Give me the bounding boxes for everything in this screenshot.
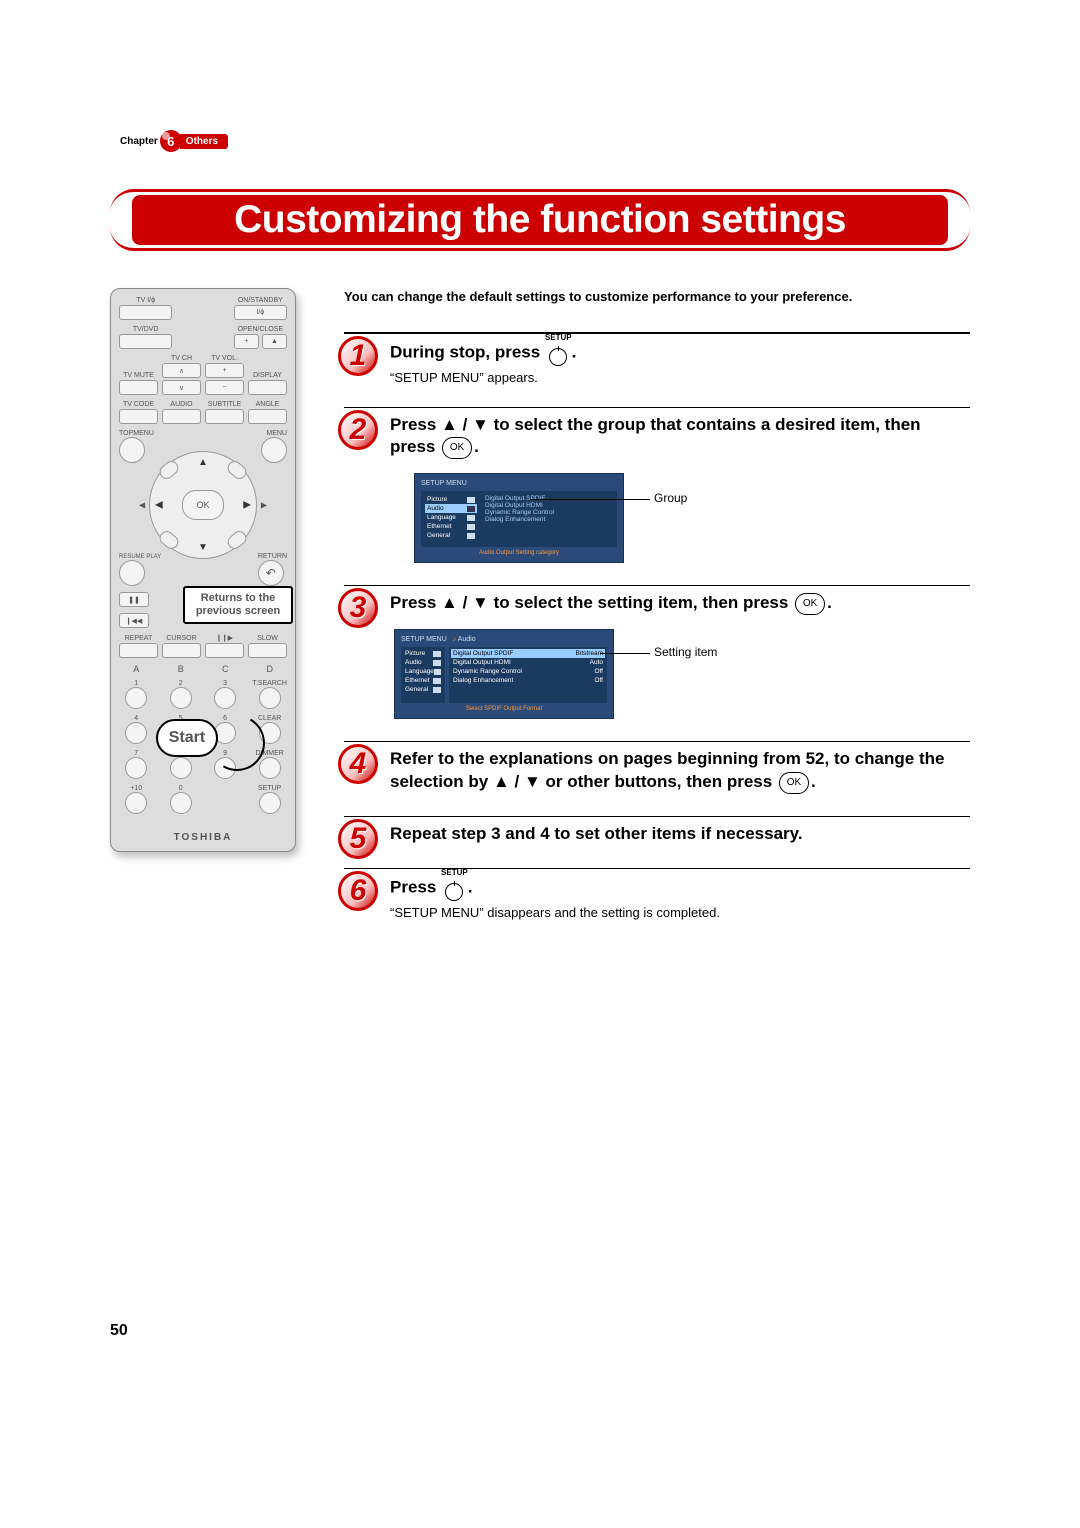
remote-plus10-button[interactable]: [125, 792, 147, 814]
step-badge-2: 2: [338, 410, 378, 450]
remote-standby-label: ON/STANDBY: [238, 297, 283, 304]
remote-c-label: C: [208, 664, 243, 674]
ok-button-icon: OK: [779, 772, 809, 794]
remote-0-button[interactable]: [170, 792, 192, 814]
remote-8-button[interactable]: [170, 757, 192, 779]
down-arrow-icon[interactable]: ▼: [198, 542, 208, 553]
setting-item-callout: Setting item: [654, 645, 717, 659]
divider: [344, 332, 970, 334]
remote-prev-track-button[interactable]: ❙◀◀: [119, 613, 149, 628]
remote-slow-button[interactable]: [248, 643, 287, 658]
step-badge-1: 1: [338, 336, 378, 376]
remote-a-label: A: [119, 664, 154, 674]
step-1: 1 During stop, press SETUP . “SETUP MENU…: [344, 340, 970, 385]
remote-subtitle-button[interactable]: [205, 409, 244, 424]
remote-eject-button[interactable]: ▲: [262, 334, 287, 349]
brand-logo: TOSHIBA: [119, 832, 287, 843]
step-6-body: “SETUP MENU” disappears and the setting …: [390, 905, 970, 920]
ok-button-icon: OK: [795, 593, 825, 615]
intro-text: You can change the default settings to c…: [344, 288, 970, 306]
group-callout: Group: [654, 491, 687, 505]
chapter-category: Others: [180, 134, 228, 149]
setup-button-icon: SETUP: [441, 875, 468, 901]
remote-dimmer-button[interactable]: [259, 757, 281, 779]
remote-tvdvd-button[interactable]: [119, 334, 172, 349]
step-3: 3 Press ▲ / ▼ to select the setting item…: [344, 592, 970, 719]
remote-2-button[interactable]: [170, 687, 192, 709]
remote-tsearch-button[interactable]: [259, 687, 281, 709]
start-callout: Start: [156, 719, 218, 757]
remote-tvdvd-label: TV/DVD: [133, 326, 159, 333]
remote-openclose-label: OPEN/CLOSE: [238, 326, 284, 333]
remote-control-illustration: TV I/ϕ ON/STANDBY I/ϕ TV/DVD: [110, 288, 296, 852]
remote-repeat-button[interactable]: [119, 643, 158, 658]
remote-standby-button[interactable]: I/ϕ: [234, 305, 287, 320]
remote-angle-button[interactable]: [248, 409, 287, 424]
remote-display-button[interactable]: [248, 380, 287, 395]
remote-tv-power-label: TV I/ϕ: [136, 297, 155, 304]
step-badge-4: 4: [338, 744, 378, 784]
remote-topmenu-button[interactable]: [119, 437, 145, 463]
remote-vol-down-button[interactable]: −: [205, 380, 244, 395]
step-1-body: “SETUP MENU” appears.: [390, 370, 970, 385]
setup-button-icon: SETUP: [545, 340, 572, 366]
remote-resume-play-button[interactable]: [119, 560, 145, 586]
remote-1-button[interactable]: [125, 687, 147, 709]
remote-4-button[interactable]: [125, 722, 147, 744]
ok-button-icon: OK: [442, 437, 472, 459]
remote-tv-power-button[interactable]: [119, 305, 172, 320]
chapter-label: Chapter: [120, 136, 158, 147]
setup-menu-screenshot-2: SETUP MENU ♪ Audio Picture Audio Languag…: [394, 629, 614, 719]
page-title: Customizing the function settings: [110, 198, 970, 242]
step-badge-5: 5: [338, 819, 378, 859]
page-number: 50: [110, 1322, 970, 1340]
chapter-tab: Chapter 6 Others: [120, 130, 970, 152]
remote-cursor-button[interactable]: [162, 643, 201, 658]
remote-7-button[interactable]: [125, 757, 147, 779]
returns-callout: Returns to the previous screen: [183, 586, 293, 624]
setup-menu-screenshot-1: SETUP MENU Picture Audio Language Ethern…: [414, 473, 624, 563]
remote-tvcode-button[interactable]: [119, 409, 158, 424]
remote-ch-down-button[interactable]: ∨: [162, 380, 201, 395]
step-2: 2 Press ▲ / ▼ to select the group that c…: [344, 414, 970, 564]
page-title-banner: Customizing the function settings: [110, 180, 970, 260]
remote-ch-up-button[interactable]: ∧: [162, 363, 201, 378]
step-4: 4 Refer to the explanations on pages beg…: [344, 748, 970, 794]
remote-vol-up-button[interactable]: +: [205, 363, 244, 378]
remote-3-button[interactable]: [214, 687, 236, 709]
left-arrow-icon[interactable]: ◀: [155, 500, 163, 511]
remote-menu-button[interactable]: [261, 437, 287, 463]
remote-step-button[interactable]: [205, 643, 244, 658]
remote-tvmute-button[interactable]: [119, 380, 158, 395]
chapter-number-badge: 6: [160, 130, 182, 152]
remote-b-label: B: [164, 664, 199, 674]
right-arrow-icon[interactable]: ▶: [243, 500, 251, 511]
step-badge-6: 6: [338, 871, 378, 911]
step-6: 6 Press SETUP . “SETUP MENU” disappears …: [344, 875, 970, 920]
remote-dpad: ▲ ▼ ◀ ◀ ▶ ▶ OK: [143, 445, 263, 565]
remote-ok-button[interactable]: OK: [182, 490, 224, 520]
remote-plus-button[interactable]: +: [234, 334, 259, 349]
remote-audio-button[interactable]: [162, 409, 201, 424]
step-badge-3: 3: [338, 588, 378, 628]
step-5: 5 Repeat step 3 and 4 to set other items…: [344, 823, 970, 846]
remote-pause-button[interactable]: ❚❚: [119, 592, 149, 607]
remote-d-label: D: [253, 664, 288, 674]
remote-setup-button[interactable]: [259, 792, 281, 814]
up-arrow-icon[interactable]: ▲: [198, 457, 208, 468]
